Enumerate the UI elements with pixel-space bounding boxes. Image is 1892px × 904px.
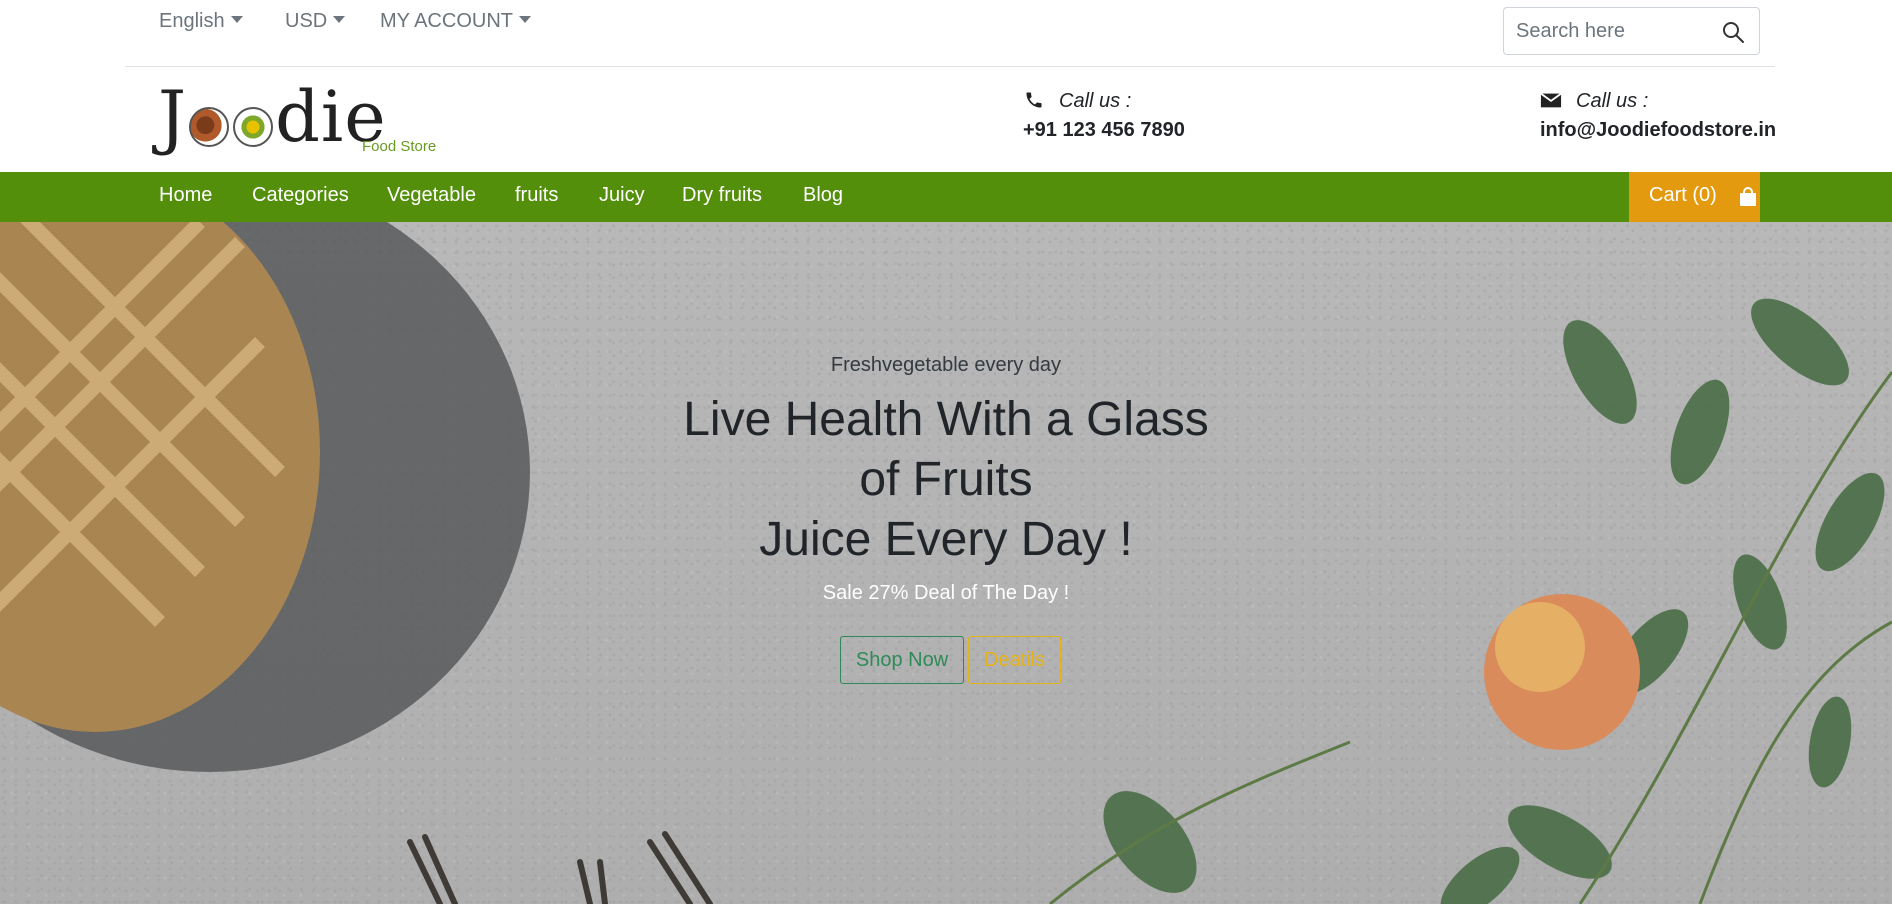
logo-wordmark: Jdie <box>158 76 387 158</box>
main-nav: Home Categories Vegetable fruits Juicy D… <box>0 172 1892 222</box>
chevron-down-icon <box>230 16 243 24</box>
header: Jdie Food Store Call us : +91 123 456 78… <box>0 68 1892 172</box>
logo-tagline: Food Store <box>362 138 437 155</box>
language-dropdown[interactable]: English <box>159 10 243 33</box>
hero-headline: Live Health With a Glass of Fruits Juice… <box>0 390 1892 570</box>
search-icon[interactable] <box>1721 20 1745 44</box>
cart-label: Cart (0) <box>1649 184 1717 206</box>
phone-number[interactable]: +91 123 456 7890 <box>1023 119 1185 142</box>
account-label: MY ACCOUNT <box>380 10 513 32</box>
nav-item-fruits[interactable]: fruits <box>515 184 558 207</box>
email-contact: Call us : info@Joodiefoodstore.in <box>1540 90 1776 142</box>
account-dropdown[interactable]: MY ACCOUNT <box>380 10 531 33</box>
details-button[interactable]: Deatils <box>968 636 1061 684</box>
cart-button[interactable]: Cart (0) <box>1629 172 1760 222</box>
email-label: Call us : <box>1576 90 1649 112</box>
envelope-icon <box>1540 92 1562 108</box>
nav-item-categories[interactable]: Categories <box>252 184 349 207</box>
hero-kicker: Freshvegetable every day <box>830 354 1062 376</box>
hero-banner: Freshvegetable every day Live Health Wit… <box>0 222 1892 904</box>
nav-item-dry-fruits[interactable]: Dry fruits <box>682 184 762 207</box>
hero-headline-line-2: of Fruits <box>859 453 1033 506</box>
currency-label: USD <box>285 10 328 32</box>
phone-label: Call us : <box>1059 90 1132 112</box>
phone-icon <box>1026 92 1042 108</box>
email-address[interactable]: info@Joodiefoodstore.in <box>1540 119 1776 142</box>
hero-headline-line-1: Live Health With a Glass <box>683 393 1209 446</box>
top-bar: English USD MY ACCOUNT <box>125 0 1775 67</box>
chevron-down-icon <box>333 16 346 24</box>
nav-item-blog[interactable]: Blog <box>803 184 843 207</box>
hero-headline-line-3: Juice Every Day ! <box>759 513 1133 566</box>
food-plate-icon <box>189 107 230 147</box>
shop-now-button[interactable]: Shop Now <box>840 636 964 684</box>
search-box <box>1503 7 1760 55</box>
phone-contact: Call us : +91 123 456 7890 <box>1023 90 1185 142</box>
hero-subtitle: Sale 27% Deal of The Day ! <box>822 582 1070 604</box>
nav-item-vegetable[interactable]: Vegetable <box>387 184 476 207</box>
nav-item-juicy[interactable]: Juicy <box>599 184 645 207</box>
fruit-plate-icon <box>233 107 274 147</box>
search-input[interactable] <box>1516 16 1716 46</box>
forks <box>407 831 713 904</box>
currency-dropdown[interactable]: USD <box>285 10 346 33</box>
language-label: English <box>159 10 225 32</box>
nav-item-home[interactable]: Home <box>159 184 212 207</box>
chevron-down-icon <box>518 16 531 24</box>
shopping-bag-icon <box>1740 187 1756 206</box>
